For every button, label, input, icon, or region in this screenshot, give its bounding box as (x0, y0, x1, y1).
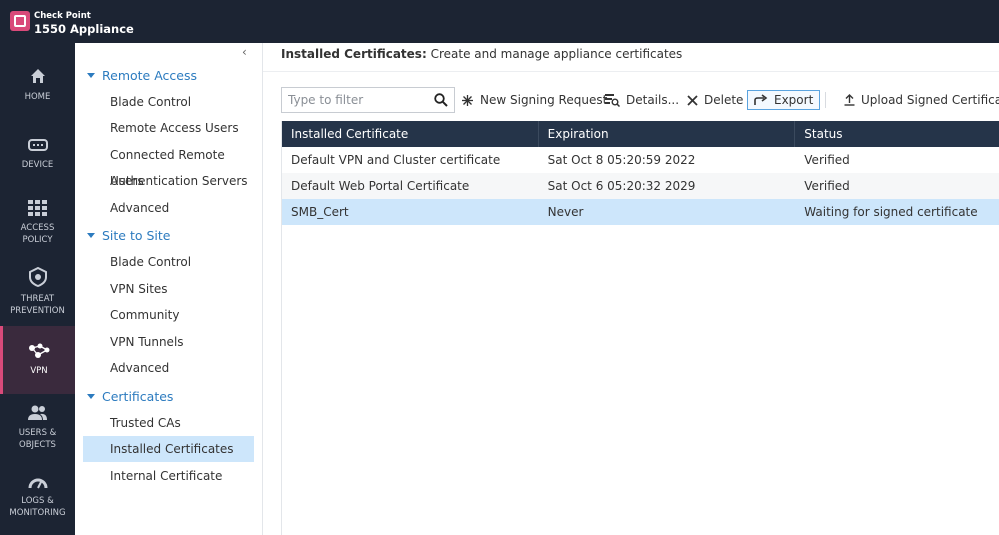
sidebar-item-connected-remote-users[interactable]: Connected Remote Users (83, 142, 254, 188)
column-expiration[interactable]: Expiration (539, 121, 796, 147)
export-button[interactable]: Export (747, 90, 821, 110)
collapse-sidebar-icon[interactable]: ‹ (242, 45, 247, 59)
expand-triangle-icon (87, 394, 95, 399)
details-icon (605, 94, 620, 107)
nav-device[interactable]: DEVICE (0, 137, 75, 171)
vpn-sidebar: ‹ Remote Access Blade Control Remote Acc… (75, 43, 263, 535)
certificates-table: Installed Certificate Expiration Status … (281, 121, 999, 535)
expand-triangle-icon (87, 73, 95, 78)
sidebar-item-authentication-servers[interactable]: Authentication Servers (83, 168, 254, 194)
filter-input[interactable] (282, 88, 422, 112)
top-bar: Check Point 1550 Appliance (0, 0, 999, 43)
new-signing-request-label: New Signing Request (480, 93, 608, 107)
new-signing-request-button[interactable]: New Signing Request (461, 87, 607, 113)
nav-logs-monitoring[interactable]: LOGS & MONITORING (0, 477, 75, 519)
nav-access-policy[interactable]: ACCESS POLICY (0, 200, 75, 246)
sidebar-item-ra-blade-control[interactable]: Blade Control (83, 89, 254, 115)
nav-logs-monitoring-label: LOGS & MONITORING (9, 496, 66, 518)
nav-access-policy-label: ACCESS POLICY (20, 223, 55, 245)
group-site-to-site[interactable]: Site to Site (87, 228, 171, 243)
nav-home-label: HOME (24, 92, 51, 102)
page-title: Installed Certificates: Create and manag… (281, 47, 682, 61)
network-icon (29, 343, 50, 358)
table-row[interactable]: Default Web Portal Certificate Sat Oct 6… (282, 173, 999, 199)
expand-triangle-icon (87, 233, 95, 238)
export-label: Export (774, 93, 814, 107)
sidebar-item-ra-advanced[interactable]: Advanced (83, 195, 254, 221)
grid-icon (27, 200, 47, 216)
details-label: Details... (626, 93, 680, 107)
sidebar-item-installed-certificates[interactable]: Installed Certificates (83, 436, 254, 462)
sidebar-item-vpn-tunnels[interactable]: VPN Tunnels (83, 329, 254, 355)
nav-home[interactable]: HOME (0, 67, 75, 103)
nav-vpn-label: VPN (30, 366, 48, 376)
filter-box (281, 87, 455, 113)
nav-users-objects[interactable]: USERS & OBJECTS (0, 405, 75, 451)
nav-users-objects-label: USERS & OBJECTS (18, 428, 57, 450)
sidebar-item-internal-certificate[interactable]: Internal Certificate (83, 463, 254, 489)
close-icon (687, 94, 698, 106)
cell-certificate-name: Default VPN and Cluster certificate (291, 153, 501, 167)
delete-button[interactable]: Delete (687, 87, 743, 113)
group-remote-access-label: Remote Access (102, 68, 197, 83)
sidebar-item-trusted-cas[interactable]: Trusted CAs (83, 410, 254, 436)
nav-device-label: DEVICE (21, 160, 54, 170)
sidebar-item-remote-access-users[interactable]: Remote Access Users (83, 115, 254, 141)
sidebar-item-vpn-sites[interactable]: VPN Sites (83, 276, 254, 302)
search-icon[interactable] (434, 93, 448, 107)
sparkle-icon (462, 94, 473, 106)
nav-threat-prevention[interactable]: THREAT PREVENTION (0, 267, 75, 317)
upload-icon (844, 94, 855, 106)
brand-name: Check Point (34, 11, 91, 21)
main-content: Installed Certificates: Create and manag… (263, 43, 999, 535)
sidebar-item-s2s-advanced[interactable]: Advanced (83, 355, 254, 381)
cell-status: Verified (804, 153, 850, 167)
home-icon (30, 69, 45, 83)
sidebar-item-community[interactable]: Community (83, 302, 254, 328)
nav-threat-prevention-label: THREAT PREVENTION (10, 294, 65, 316)
delete-label: Delete (704, 93, 744, 107)
nav-vpn[interactable]: VPN (0, 326, 75, 394)
toolbar-divider (825, 92, 826, 108)
table-header: Installed Certificate Expiration Status (282, 121, 999, 147)
details-button[interactable]: Details... (605, 87, 679, 113)
group-remote-access[interactable]: Remote Access (87, 68, 197, 83)
appliance-name: 1550 Appliance (34, 22, 134, 36)
cell-expiration: Sat Oct 6 05:20:32 2029 (547, 179, 696, 193)
cell-expiration: Never (547, 205, 584, 219)
table-row[interactable]: SMB_Cert Never Waiting for signed certif… (282, 199, 999, 225)
group-certificates-label: Certificates (102, 389, 174, 404)
shield-icon (28, 267, 47, 287)
table-row[interactable]: Default VPN and Cluster certificate Sat … (282, 147, 999, 173)
page-title-bold: Installed Certificates: (281, 47, 427, 61)
column-installed-certificate[interactable]: Installed Certificate (282, 121, 539, 147)
cell-certificate-name: SMB_Cert (291, 205, 349, 219)
group-site-to-site-label: Site to Site (102, 228, 171, 243)
group-certificates[interactable]: Certificates (87, 389, 173, 404)
users-icon (27, 405, 47, 420)
cell-certificate-name: Default Web Portal Certificate (291, 179, 470, 193)
cell-status: Verified (804, 179, 850, 193)
device-icon (27, 139, 48, 151)
page-title-description: Create and manage appliance certificates (426, 47, 683, 61)
check-point-logo-icon (10, 11, 30, 31)
export-icon (754, 94, 768, 105)
title-divider (263, 71, 999, 72)
gauge-icon (28, 478, 47, 489)
sidebar-item-s2s-blade-control[interactable]: Blade Control (83, 249, 254, 275)
column-status[interactable]: Status (795, 121, 999, 147)
main-navigation: HOME DEVICE ACCESS POLICY THREAT PREVENT… (0, 43, 75, 535)
cell-status: Waiting for signed certificate (804, 205, 978, 219)
upload-signed-certificate-button[interactable]: Upload Signed Certificate (844, 87, 999, 113)
upload-signed-certificate-label: Upload Signed Certificate (861, 93, 999, 107)
cell-expiration: Sat Oct 8 05:20:59 2022 (547, 153, 696, 167)
